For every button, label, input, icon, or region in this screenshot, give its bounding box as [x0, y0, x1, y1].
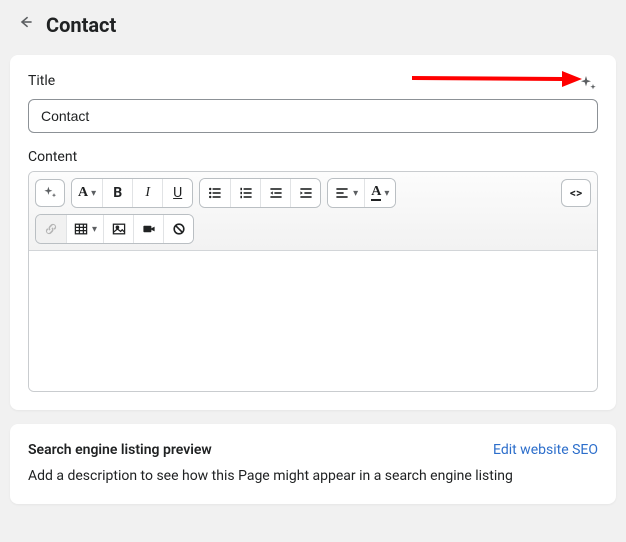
numbered-list-button[interactable]: [230, 179, 260, 207]
seo-heading: Search engine listing preview: [28, 442, 212, 458]
underline-button[interactable]: U: [162, 179, 192, 207]
edit-seo-link[interactable]: Edit website SEO: [493, 442, 598, 458]
seo-description: Add a description to see how this Page m…: [28, 468, 598, 484]
table-dropdown[interactable]: ▾: [66, 215, 103, 243]
link-button[interactable]: [36, 215, 66, 243]
content-label: Content: [28, 149, 598, 165]
title-input[interactable]: [28, 99, 598, 133]
heading-dropdown[interactable]: A▾: [72, 179, 102, 207]
italic-button[interactable]: I: [132, 179, 162, 207]
bold-button[interactable]: B: [102, 179, 132, 207]
video-button[interactable]: [133, 215, 163, 243]
indent-button[interactable]: [290, 179, 320, 207]
ai-assist-button[interactable]: [35, 179, 65, 207]
bullet-list-button[interactable]: [200, 179, 230, 207]
outdent-button[interactable]: [260, 179, 290, 207]
content-editor-area[interactable]: [29, 251, 597, 391]
page-header: Contact: [0, 0, 626, 55]
font-color-dropdown[interactable]: A▾: [364, 179, 395, 207]
html-view-button[interactable]: <>: [561, 179, 591, 207]
image-button[interactable]: [103, 215, 133, 243]
align-dropdown[interactable]: ▾: [328, 179, 364, 207]
page-editor-card: Title Content: [10, 55, 616, 410]
page-title: Contact: [46, 13, 116, 37]
rich-text-editor: A▾ B I U: [28, 171, 598, 392]
editor-toolbar: A▾ B I U: [29, 172, 597, 251]
back-arrow-icon[interactable]: [16, 12, 36, 37]
seo-preview-card: Search engine listing preview Edit websi…: [10, 424, 616, 504]
clear-formatting-button[interactable]: [163, 215, 193, 243]
title-label: Title: [28, 73, 55, 89]
ai-sparkle-icon[interactable]: [578, 74, 598, 94]
